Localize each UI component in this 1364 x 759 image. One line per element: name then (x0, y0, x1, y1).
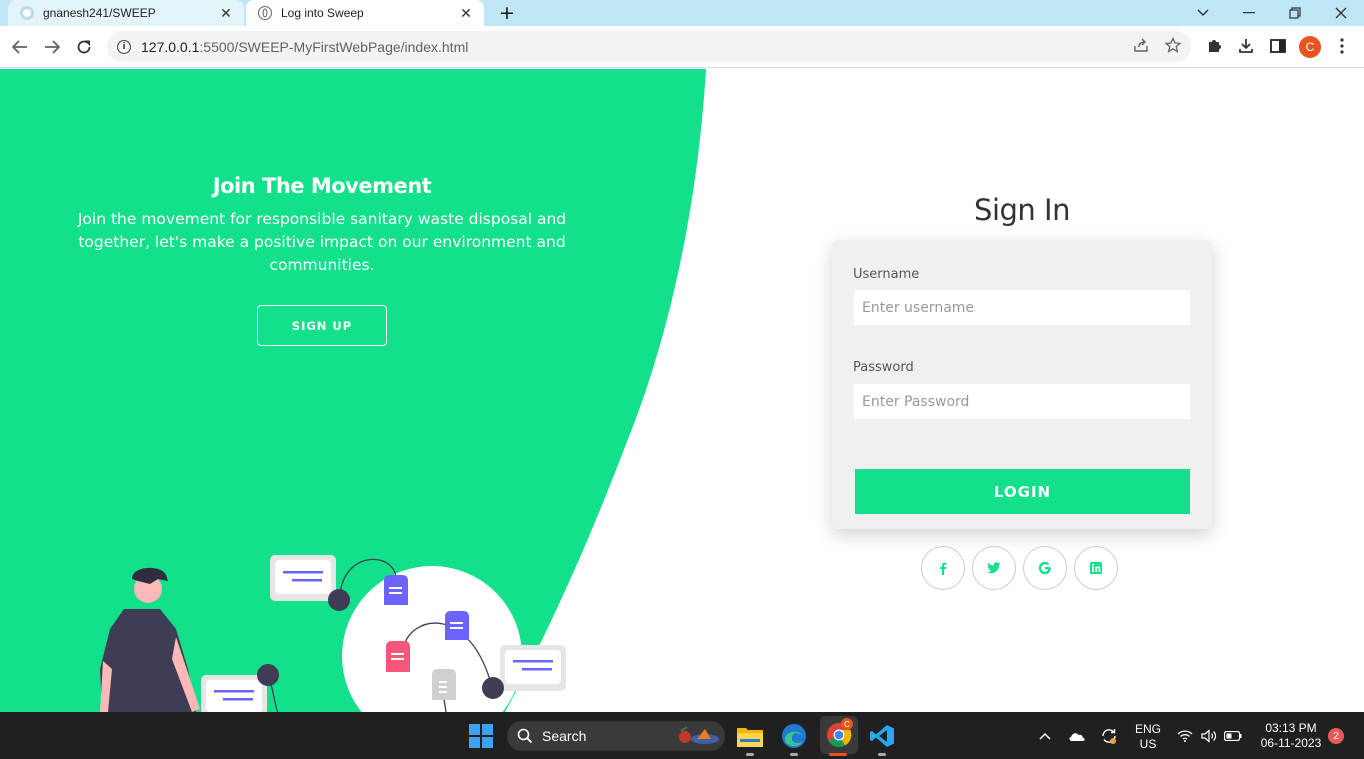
onedrive-cloud-icon[interactable] (1064, 722, 1090, 750)
tab-github[interactable]: gnanesh241/SWEEP ✕ (8, 0, 244, 26)
volume-icon[interactable] (1198, 722, 1220, 750)
sync-icon[interactable] (1096, 722, 1122, 750)
globe-icon (258, 6, 272, 20)
url-text: 127.0.0.1:5500/SWEEP-MyFirstWebPage/inde… (141, 38, 469, 55)
chat-network-illustration (100, 555, 566, 712)
login-card: Username Password LOGIN (832, 240, 1212, 529)
tab-title: Log into Sweep (281, 6, 364, 20)
windows-taskbar: Search C ENG US 03:13 PM 06-11-2023 2 (0, 712, 1364, 759)
tab-title: gnanesh241/SWEEP (43, 6, 156, 20)
password-input[interactable] (854, 384, 1190, 419)
tray-chevron-up-icon[interactable] (1032, 722, 1058, 750)
browser-tab-strip: gnanesh241/SWEEP ✕ Log into Sweep ✕ + (0, 0, 1364, 26)
google-icon[interactable] (1023, 546, 1067, 590)
clock-time: 03:13 PM (1265, 721, 1317, 735)
tab-search-chevron-icon[interactable] (1183, 0, 1223, 26)
svg-text:C: C (844, 720, 850, 729)
back-arrow-icon[interactable] (7, 34, 33, 60)
sign-in-title: Sign In (974, 193, 1070, 227)
github-icon (20, 6, 34, 20)
app-indicator (790, 753, 798, 756)
wifi-icon[interactable] (1174, 722, 1196, 750)
vscode-icon[interactable] (868, 722, 896, 750)
address-bar[interactable]: i 127.0.0.1:5500/SWEEP-MyFirstWebPage/in… (107, 31, 1191, 62)
close-tab-icon[interactable]: ✕ (216, 5, 236, 22)
taskbar-search-box[interactable]: Search (507, 721, 725, 751)
chrome-profile-badge-icon: C (841, 718, 853, 730)
more-menu-icon[interactable] (1331, 35, 1353, 57)
web-page: Join The Movement Join the movement for … (0, 69, 1364, 712)
app-indicator (746, 753, 754, 756)
side-panel-icon[interactable] (1267, 35, 1289, 57)
notification-badge[interactable]: 2 (1328, 728, 1344, 744)
search-icon (517, 728, 533, 744)
app-indicator (878, 753, 886, 756)
close-window-icon[interactable] (1321, 0, 1361, 26)
linkedin-icon[interactable] (1074, 546, 1118, 590)
edge-browser-icon[interactable] (780, 722, 808, 750)
login-button[interactable]: LOGIN (855, 469, 1190, 514)
facebook-icon[interactable] (921, 546, 965, 590)
search-label: Search (542, 728, 587, 744)
reload-icon[interactable] (71, 34, 97, 60)
app-indicator (829, 753, 847, 756)
file-explorer-icon[interactable] (736, 722, 764, 750)
search-highlight-icon (679, 726, 719, 744)
chrome-browser-icon[interactable]: C (820, 716, 858, 754)
password-label: Password (853, 360, 914, 375)
battery-icon[interactable] (1222, 722, 1244, 750)
language-indicator[interactable]: ENG US (1130, 722, 1166, 752)
downloads-icon[interactable] (1235, 35, 1257, 57)
browser-toolbar: i 127.0.0.1:5500/SWEEP-MyFirstWebPage/in… (0, 26, 1364, 68)
minimize-icon[interactable] (1229, 0, 1269, 26)
username-label: Username (853, 267, 920, 282)
clock-date: 06-11-2023 (1260, 736, 1322, 750)
restore-icon[interactable] (1275, 0, 1315, 26)
new-tab-button[interactable]: + (496, 0, 518, 26)
tab-log-into-sweep[interactable]: Log into Sweep ✕ (246, 0, 484, 26)
site-info-icon[interactable]: i (117, 39, 131, 54)
forward-arrow-icon[interactable] (39, 34, 65, 60)
bookmark-star-icon[interactable] (1164, 36, 1182, 57)
share-icon[interactable] (1133, 37, 1149, 57)
clock[interactable]: 03:13 PM 06-11-2023 (1252, 721, 1330, 751)
username-input[interactable] (854, 290, 1190, 325)
extensions-puzzle-icon[interactable] (1203, 35, 1225, 57)
profile-avatar[interactable]: C (1299, 36, 1321, 58)
twitter-icon[interactable] (972, 546, 1016, 590)
close-tab-icon[interactable]: ✕ (456, 5, 476, 22)
windows-start-icon[interactable] (467, 722, 495, 750)
